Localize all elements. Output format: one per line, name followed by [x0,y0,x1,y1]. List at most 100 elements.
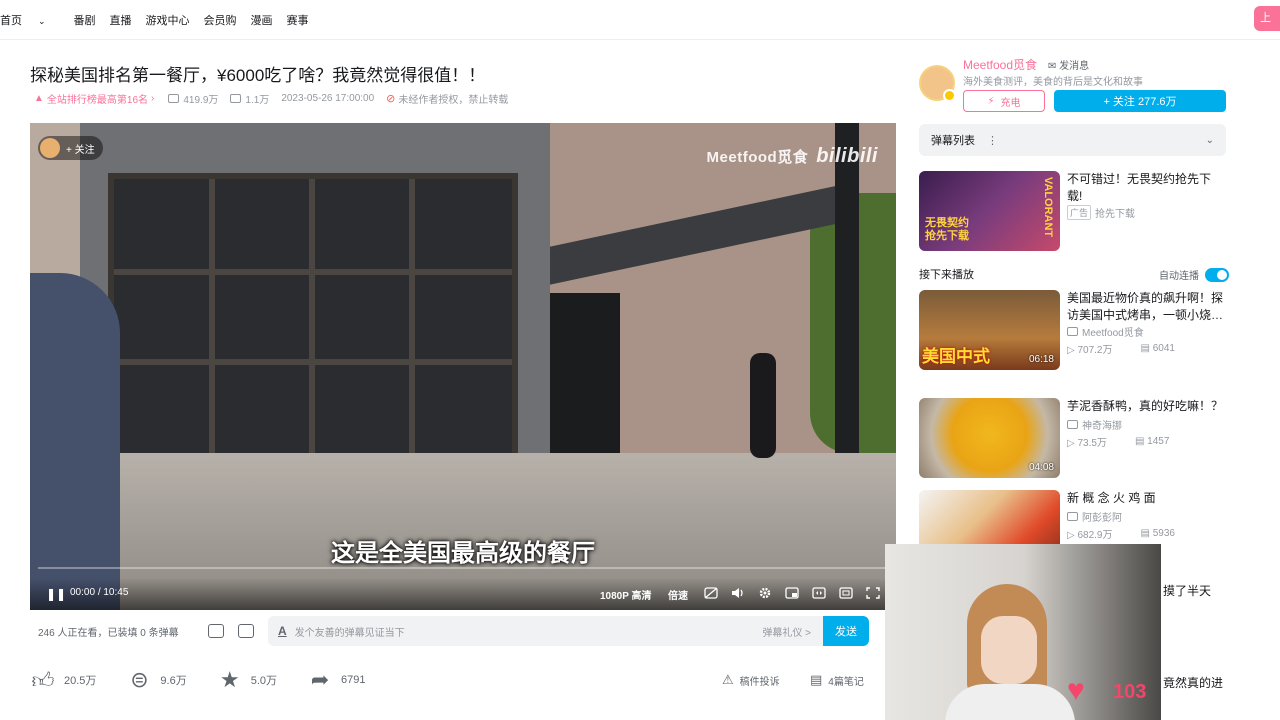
send-button[interactable]: 发送 [823,616,869,646]
web-fullscreen-icon[interactable] [839,587,853,599]
progress-bar[interactable] [38,567,888,569]
chevron-down-icon[interactable]: ⌄ [1206,135,1214,146]
pause-icon[interactable]: ❚❚ [46,587,66,601]
webcam-overlay: ♥ 103 [885,544,1161,720]
message-button[interactable]: ✉ 发消息 [1048,57,1089,72]
video-actions: 👍︎ 20.5万 ⊜ 9.6万 ★ 5.0万 ➦ 6791 ⚠ 稿件投诉 ▤ 4篇笔记 [30,664,870,696]
list-item-partial-title: 竟然真的进 [1163,676,1224,690]
video-frame-runner [750,353,776,458]
danmaku-settings-icon[interactable] [238,624,254,638]
uploader[interactable]: 阿彭彭阿 [1067,509,1122,524]
video-stats: ▷ 682.9万 ▤ 5936 [1067,526,1203,541]
view-count: ▷ 707.2万 [1067,345,1113,356]
ad-tag: 广告 [1067,205,1092,220]
coin-icon: ⊜ [130,667,149,692]
widescreen-icon[interactable] [812,587,826,599]
rank-link[interactable]: ▲ 全站排行榜最高第16名 › [34,91,154,106]
danmaku-count: 1.1万 [230,91,269,106]
no-repost-icon: ⊘ [386,93,396,105]
mail-icon: ✉ [1048,61,1060,72]
danmaku-count: ▤ 6041 [1140,343,1175,354]
uploader[interactable]: 神奇海挪 [1067,417,1122,432]
subtitle-off-icon[interactable] [704,587,718,599]
danmaku-list-panel[interactable]: 弹幕列表 ⋮ ⌄ [919,124,1226,156]
uploader[interactable]: Meetfood觅食 [1067,324,1144,339]
video-player[interactable]: + 关注 Meetfood觅食 bilibili 这是全美国最高级的餐厅 ❚❚ 0… [30,123,896,610]
nav-shop[interactable]: 会员购 [204,12,237,28]
video-frame-window [108,173,518,473]
danmaku-bar: 246 人正在看，已装填 0 条弹幕 A 发个友善的弹幕见证当下 弹幕礼仪 > … [30,614,886,648]
duration: 06:18 [1028,354,1054,365]
copyright-notice: ⊘ 未经作者授权，禁止转载 [386,93,509,106]
lightning-icon: ⚡ [987,95,995,107]
list-item[interactable]: 04:08 芋泥香酥鸭，真的好吃嘛！？ 神奇海挪 ▷ 73.5万 ▤ 1457 [919,398,1226,480]
play-count-icon [168,94,180,103]
nav-bangumi[interactable]: 番剧 [74,12,96,28]
up-icon [1067,512,1078,521]
time-display: 00:00 / 10:45 [70,587,129,598]
heart-icon: ♥ [1067,674,1085,707]
avatar [40,138,60,158]
danmaku-toggle-icon[interactable] [208,624,224,638]
view-count: ▷ 682.9万 [1067,530,1113,541]
ad-title[interactable]: 不可错过！无畏契约抢先下载! [1067,171,1226,205]
ad-card[interactable]: 无畏契约 抢先下载 VALORANT 不可错过！无畏契约抢先下载! 广告 抢先下载 [919,171,1226,253]
follow-button[interactable]: + 关注 277.6万 [1054,90,1226,112]
coin-button[interactable]: ⊜ 9.6万 [126,667,187,693]
ad-thumb-text: 无畏契约 抢先下载 [925,217,969,242]
rank-icon: ▲ [34,93,44,104]
speed-button[interactable]: 倍速 [668,587,688,602]
chevron-down-icon: ⌄ [38,16,46,26]
watermark: Meetfood觅食 bilibili [706,145,878,167]
uploader-avatar[interactable] [919,65,956,102]
video-frame-door [540,293,620,468]
share-button[interactable]: ➦ 6791 [307,667,366,693]
thumbs-up-icon: 👍︎ [31,667,55,693]
video-frame-pole [835,123,859,473]
like-button[interactable]: 👍︎ 20.5万 [30,667,97,694]
danmaku-count: ▤ 5936 [1140,528,1175,539]
webcam-person-face [981,616,1037,684]
nav-game-center[interactable]: 游戏中心 [146,12,190,28]
danmaku-etiquette-link[interactable]: 弹幕礼仪 > [762,624,811,639]
notes-button[interactable]: ▤ 4篇笔记 [810,672,864,688]
video-subtitle: 这是全美国最高级的餐厅 [331,540,595,567]
uploader-name[interactable]: Meetfood觅食 [963,56,1037,73]
duration: 04:08 [1028,462,1054,473]
fullscreen-icon[interactable] [866,587,880,599]
star-icon: ★ [219,667,240,692]
video-stats: ▷ 73.5万 ▤ 1457 [1067,434,1197,449]
nav-live[interactable]: 直播 [110,12,132,28]
video-stats: ▷ 707.2万 ▤ 6041 [1067,341,1203,356]
nav-links: 首页 ⌄ 番剧 直播 游戏中心 会员购 漫画 赛事 [0,0,323,40]
nav-home[interactable]: 首页 ⌄ [0,12,60,28]
video-title[interactable]: 芋泥香酥鸭，真的好吃嘛！？ [1067,398,1226,415]
picture-in-picture-icon[interactable] [785,587,799,599]
danmaku-style-icon[interactable]: A [278,624,287,638]
report-button[interactable]: ⚠ 稿件投诉 [722,672,780,688]
next-up-label: 接下来播放 [919,269,974,281]
video-title[interactable]: 美国最近物价真的飙升啊！探访美国中式烤串，一顿小烧… [1067,290,1226,324]
nav-esports[interactable]: 赛事 [287,12,309,28]
quality-button[interactable]: 1080P 高清 [600,587,652,602]
danmaku-count-icon [230,94,242,103]
danmaku-count: ▤ 1457 [1134,436,1170,447]
danmaku-input[interactable]: A 发个友善的弹幕见证当下 弹幕礼仪 > [268,616,823,646]
video-title[interactable]: 新 概 念 火 鸡 面 [1067,490,1226,507]
chevron-right-icon: › [151,93,155,104]
favorite-button[interactable]: ★ 5.0万 [217,667,277,693]
list-item[interactable]: 美国中式 06:18 美国最近物价真的飙升啊！探访美国中式烤串，一顿小烧… Me… [919,290,1226,372]
autoplay-toggle[interactable]: 自动连播 [1159,267,1229,282]
more-options-icon[interactable]: ⋮ [987,134,998,147]
ad-thumbnail: 无畏契约 抢先下载 VALORANT [919,171,1060,251]
toggle-switch[interactable] [1205,267,1229,282]
note-icon: ▤ [810,672,823,687]
settings-gear-icon[interactable] [758,587,772,599]
nav-manga[interactable]: 漫画 [251,12,273,28]
overlay-follow-button[interactable]: + 关注 [38,136,103,160]
volume-icon[interactable] [731,587,745,599]
heart-count: 103 [1113,681,1147,703]
upload-button[interactable]: 上 [1254,6,1280,31]
charge-button[interactable]: ⚡ 充电 [963,90,1045,112]
thumb-text: 美国中式 [922,347,990,366]
